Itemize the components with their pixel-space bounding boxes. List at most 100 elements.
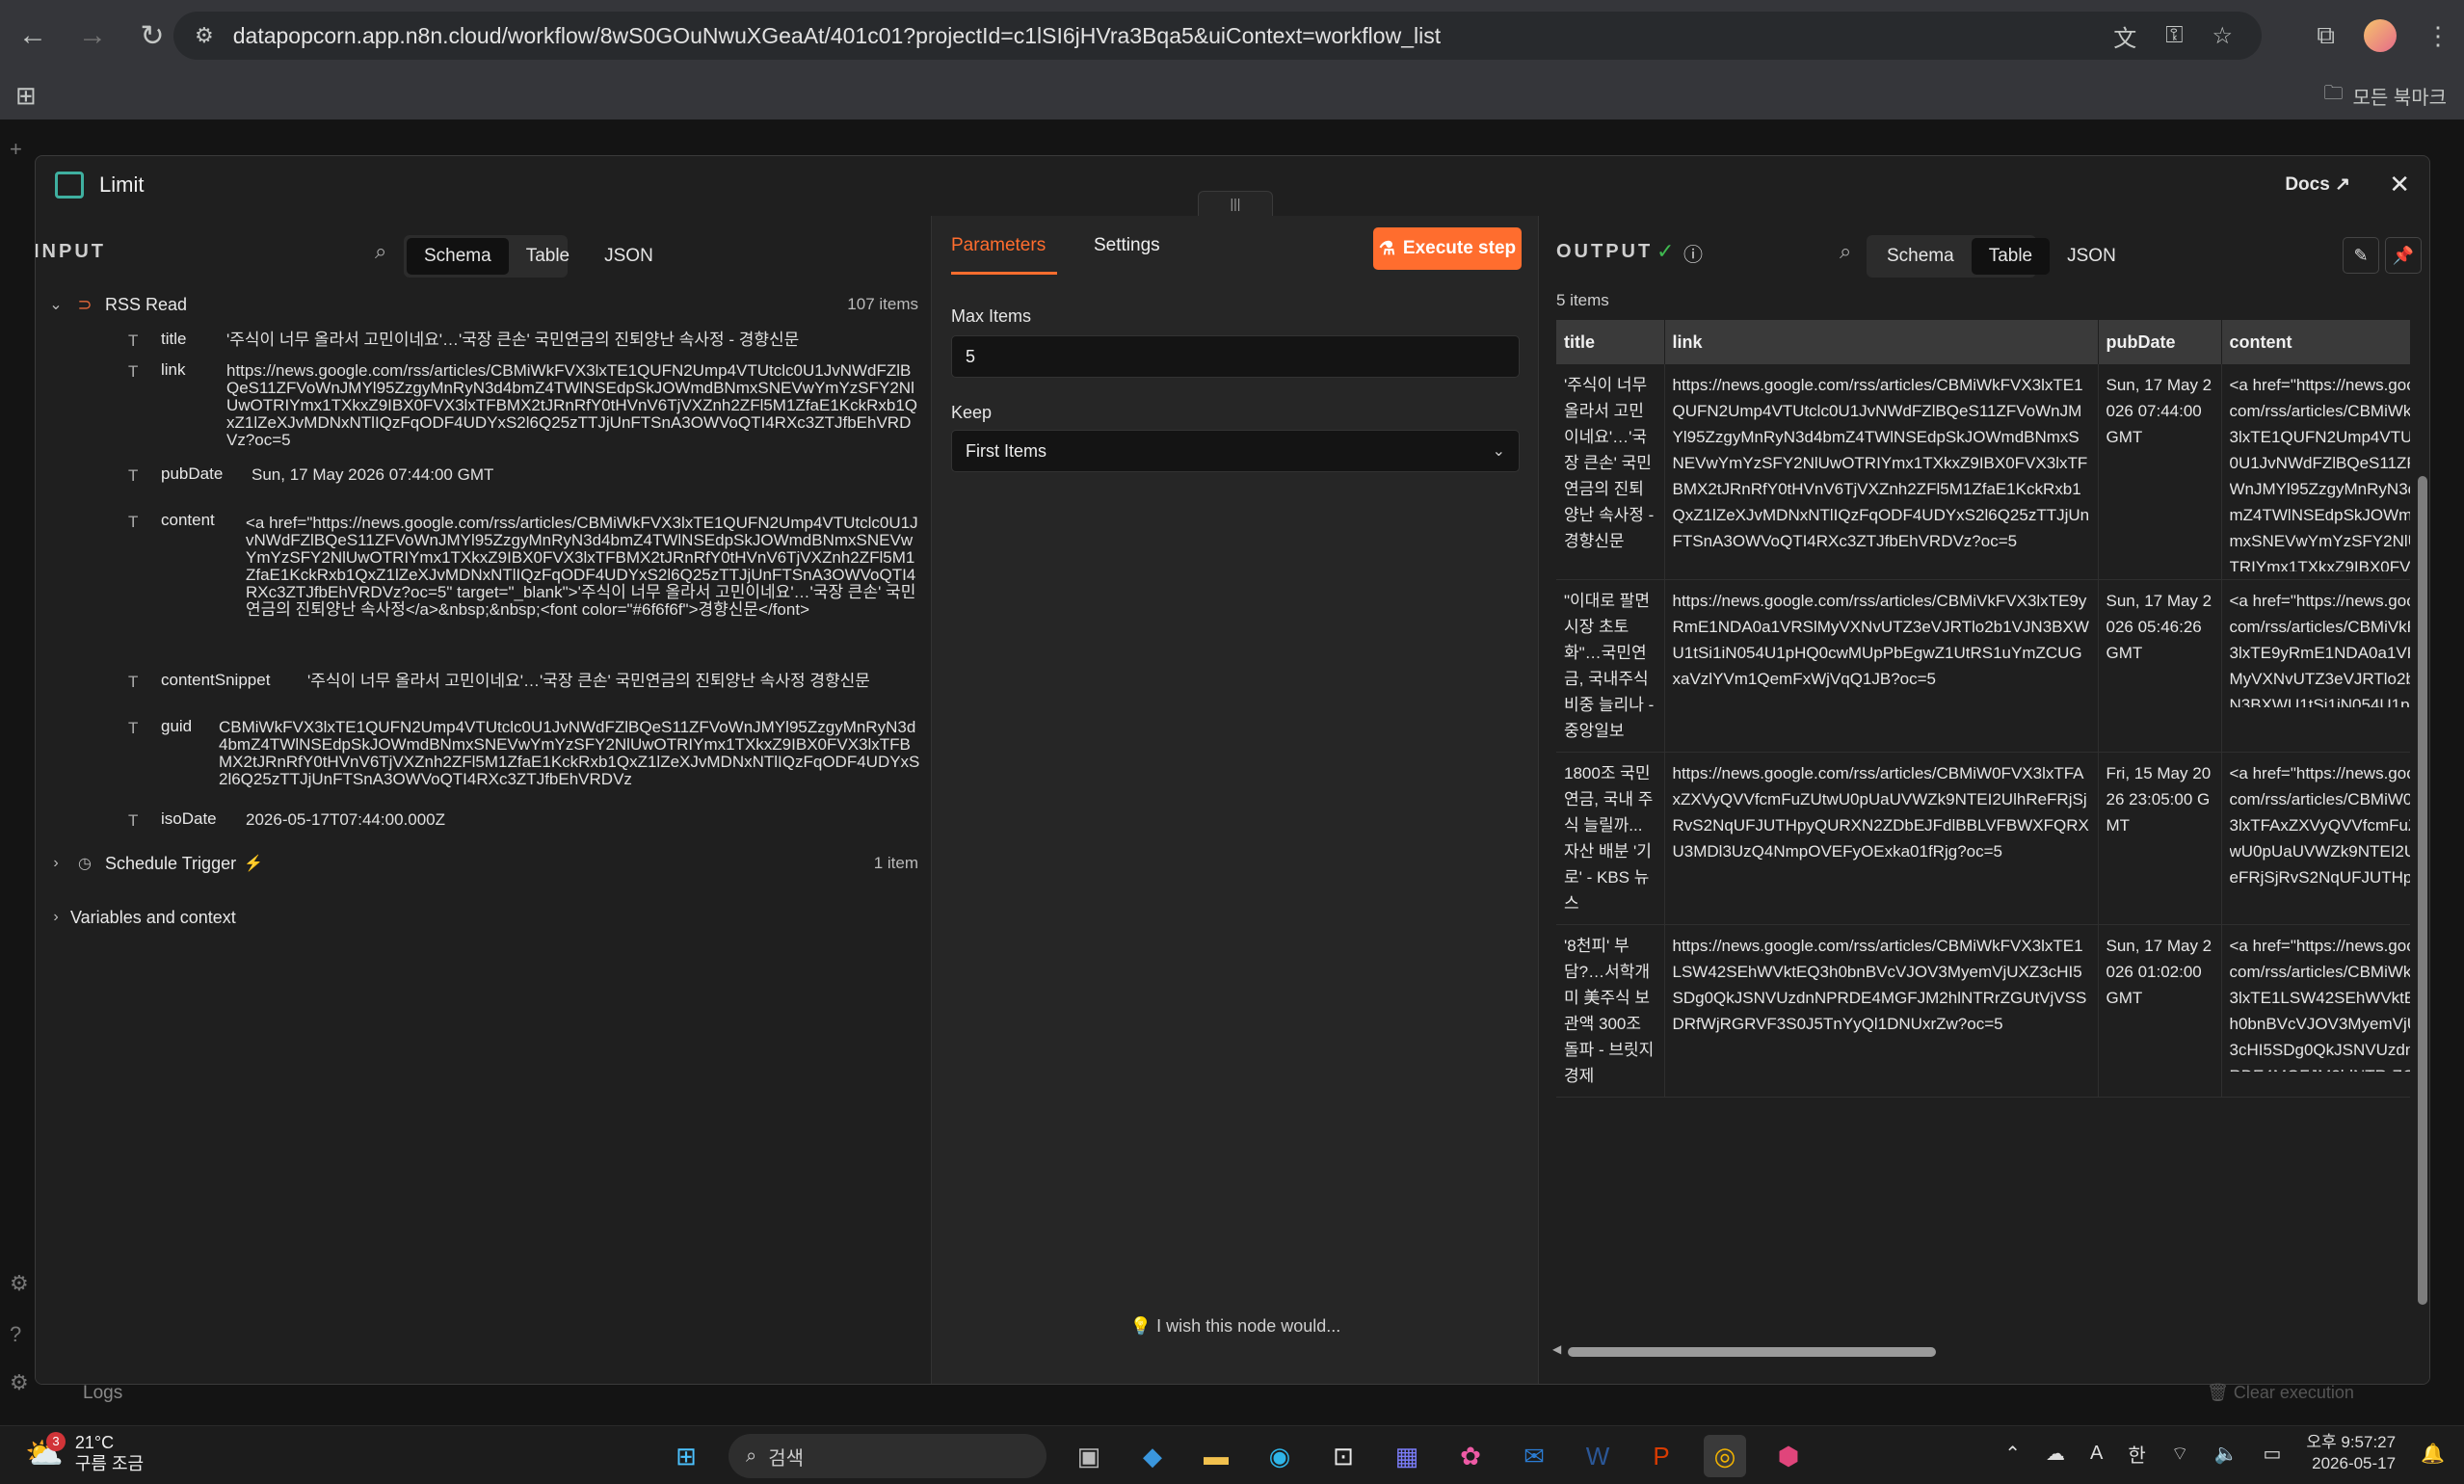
- password-key-icon[interactable]: ⚿: [2165, 22, 2183, 49]
- chevron-down-icon[interactable]: ⌄: [41, 295, 70, 314]
- field-name: pubDate: [161, 464, 224, 483]
- templates-icon[interactable]: ⚙: [10, 1271, 29, 1296]
- table-cell[interactable]: <a href="https://news.google.com/rss/art…: [2221, 364, 2410, 580]
- url-text[interactable]: datapopcorn.app.n8n.cloud/workflow/8wS0G…: [233, 23, 1441, 49]
- search-icon[interactable]: ⌕: [375, 239, 386, 264]
- weather-widget[interactable]: ⛅ 3 21°C 구름 조금: [25, 1432, 144, 1474]
- apps-grid-icon[interactable]: ⊞: [15, 81, 37, 111]
- edge-browser-icon[interactable]: ◉: [1258, 1435, 1301, 1477]
- panel-drag-handle[interactable]: |||: [1198, 191, 1273, 216]
- logs-toggle[interactable]: Logs: [83, 1383, 122, 1404]
- volume-icon[interactable]: 🔈: [2214, 1442, 2239, 1466]
- add-icon[interactable]: +: [10, 137, 22, 162]
- app-icon[interactable]: ✿: [1449, 1435, 1492, 1477]
- ai-assistant-sparkle-icon[interactable]: ✦: [2399, 1382, 2424, 1384]
- input-view-json[interactable]: JSON: [587, 238, 671, 275]
- output-view-schema[interactable]: Schema: [1869, 238, 1972, 275]
- chevron-right-icon[interactable]: ›: [41, 855, 70, 872]
- taskbar-search[interactable]: ⌕ 검색: [729, 1434, 1047, 1478]
- docs-label: Docs: [2285, 174, 2330, 195]
- app-icon[interactable]: ⬢: [1767, 1435, 1810, 1477]
- help-icon[interactable]: ?: [10, 1322, 21, 1347]
- powerpoint-icon[interactable]: P: [1640, 1435, 1682, 1477]
- table-cell[interactable]: https://news.google.com/rss/articles/CBM…: [1664, 924, 2099, 1098]
- bookmark-star-icon[interactable]: ☆: [2212, 22, 2233, 50]
- ime-mode-han[interactable]: 한: [2128, 1440, 2145, 1468]
- table-cell[interactable]: 1800조 국민연금, 국내 주식 늘릴까...자산 배분 '기로' - KBS…: [1556, 752, 1665, 925]
- store-icon[interactable]: ⊡: [1322, 1435, 1364, 1477]
- clear-execution-button[interactable]: 🗑 Clear execution: [2207, 1383, 2354, 1403]
- docs-link[interactable]: Docs ↗: [2285, 173, 2350, 196]
- chevron-up-icon[interactable]: ⌃: [2004, 1442, 2021, 1466]
- word-icon[interactable]: W: [1576, 1435, 1619, 1477]
- table-cell[interactable]: Fri, 15 May 2026 23:05:00 GMT: [2098, 752, 2222, 925]
- rss-read-node[interactable]: ⌄ ⊃ RSS Read 107 items: [36, 287, 932, 322]
- settings-icon[interactable]: ⚙: [10, 1370, 29, 1395]
- column-header-title[interactable]: title: [1556, 320, 1665, 364]
- column-header-link[interactable]: link: [1664, 320, 2099, 364]
- table-cell[interactable]: <a href="https://news.google.com/rss/art…: [2221, 924, 2410, 1098]
- tab-settings[interactable]: Settings: [1094, 235, 1160, 256]
- output-view-json[interactable]: JSON: [2050, 238, 2133, 275]
- chevron-right-icon[interactable]: ›: [41, 909, 70, 926]
- translate-icon[interactable]: 文: [2113, 19, 2136, 53]
- info-icon[interactable]: ⓘ: [1683, 239, 1703, 267]
- edit-output-pencil-icon[interactable]: ✎: [2343, 237, 2379, 274]
- keep-select[interactable]: First Items ⌄: [951, 430, 1520, 472]
- search-icon[interactable]: ⌕: [1840, 239, 1851, 264]
- cell-content: <a href="https://news.google.com/rss/art…: [2229, 592, 2411, 707]
- copilot-app-icon[interactable]: ◆: [1131, 1435, 1174, 1477]
- output-vertical-scrollbar[interactable]: [2418, 476, 2427, 1305]
- wifi-icon[interactable]: ⌔: [2171, 1442, 2189, 1466]
- input-view-schema[interactable]: Schema: [407, 238, 509, 275]
- max-items-input[interactable]: 5: [951, 335, 1520, 378]
- output-horizontal-scrollbar[interactable]: ◀: [1552, 1342, 2410, 1359]
- all-bookmarks[interactable]: 🗀 모든 북마크: [2323, 79, 2447, 112]
- variables-and-context[interactable]: › Variables and context: [36, 900, 932, 935]
- table-cell[interactable]: Sun, 17 May 2026 07:44:00 GMT: [2098, 364, 2222, 580]
- close-icon[interactable]: ✕: [2389, 170, 2410, 199]
- table-cell[interactable]: '주식이 너무 올라서 고민이네요'…'국장 큰손' 국민연금의 진퇴양난 속사…: [1556, 364, 1665, 580]
- table-cell[interactable]: <a href="https://news.google.com/rss/art…: [2221, 752, 2410, 925]
- output-table: title link pubDate content '주식이 너무 올라서 고…: [1556, 320, 2410, 1336]
- schedule-trigger-node[interactable]: › ◷ Schedule Trigger ⚡ 1 item: [36, 846, 932, 881]
- pin-data-icon[interactable]: 📌: [2385, 237, 2422, 274]
- battery-icon[interactable]: ▭: [2263, 1442, 2281, 1466]
- input-view-table[interactable]: Table: [509, 238, 587, 275]
- outlook-icon[interactable]: ✉: [1513, 1435, 1555, 1477]
- feedback-link[interactable]: 💡 I wish this node would...: [932, 1316, 1539, 1337]
- back-button[interactable]: ←: [6, 9, 60, 63]
- execute-step-button[interactable]: ⚗ Execute step: [1373, 227, 1522, 270]
- extensions-icon[interactable]: ⧉: [2317, 20, 2335, 51]
- address-bar[interactable]: ⚙ datapopcorn.app.n8n.cloud/workflow/8wS…: [173, 12, 2262, 60]
- table-cell[interactable]: Sun, 17 May 2026 05:46:26 GMT: [2098, 579, 2222, 753]
- table-cell[interactable]: '8천피' 부담?…서학개미 美주식 보관액 300조 돌파 - 브릿지경제: [1556, 924, 1665, 1098]
- windows-start-icon[interactable]: ⊞: [665, 1435, 707, 1477]
- table-cell[interactable]: Sun, 17 May 2026 01:02:00 GMT: [2098, 924, 2222, 1098]
- table-cell[interactable]: https://news.google.com/rss/articles/CBM…: [1664, 364, 2099, 580]
- forward-button[interactable]: →: [66, 9, 119, 63]
- column-header-content[interactable]: content: [2221, 320, 2410, 364]
- ime-mode-a[interactable]: A: [2090, 1443, 2103, 1465]
- browser-menu-icon[interactable]: ⋮: [2425, 21, 2451, 51]
- notification-bell-icon[interactable]: 🔔: [2421, 1442, 2445, 1466]
- tab-parameters[interactable]: Parameters: [951, 235, 1046, 256]
- file-explorer-icon[interactable]: ▬: [1195, 1435, 1237, 1477]
- scroll-left-icon[interactable]: ◀: [1552, 1342, 1561, 1356]
- reload-button[interactable]: ↻: [125, 9, 179, 63]
- profile-avatar[interactable]: [2364, 19, 2397, 52]
- onedrive-cloud-icon[interactable]: ☁: [2046, 1442, 2065, 1466]
- node-title[interactable]: Limit: [99, 172, 144, 198]
- table-cell[interactable]: https://news.google.com/rss/articles/CBM…: [1664, 579, 2099, 753]
- table-cell[interactable]: <a href="https://news.google.com/rss/art…: [2221, 579, 2411, 753]
- output-view-table[interactable]: Table: [1971, 238, 2051, 275]
- taskbar-clock[interactable]: 오후 9:57:27 2026-05-17: [2306, 1432, 2396, 1474]
- table-cell[interactable]: "이대로 팔면 시장 초토화"…국민연금, 국내주식 비중 늘리나 - 중앙일보: [1556, 579, 1665, 753]
- app-icon[interactable]: ▦: [1386, 1435, 1428, 1477]
- column-header-pubdate[interactable]: pubDate: [2098, 320, 2222, 364]
- task-view-icon[interactable]: ▣: [1068, 1435, 1110, 1477]
- chrome-icon[interactable]: ◎: [1704, 1435, 1746, 1477]
- site-settings-icon[interactable]: ⚙: [195, 23, 214, 48]
- table-cell[interactable]: https://news.google.com/rss/articles/CBM…: [1664, 752, 2099, 925]
- scrollbar-thumb[interactable]: [1568, 1347, 1936, 1357]
